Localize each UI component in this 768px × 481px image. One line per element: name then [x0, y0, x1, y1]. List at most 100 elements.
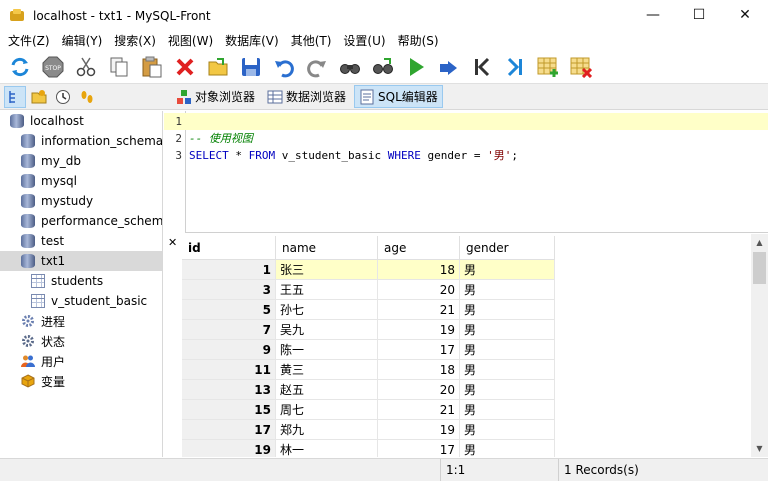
tree-item-mystudy[interactable]: mystudy [0, 191, 162, 211]
cell-gender[interactable]: 男 [460, 360, 555, 380]
stop-button[interactable]: STOP [38, 53, 67, 81]
cell-id[interactable]: 5 [182, 300, 276, 320]
tree-view-button[interactable] [4, 86, 26, 108]
tree-item-processes[interactable]: 进程 [0, 311, 162, 331]
cell-name[interactable]: 孙七 [276, 300, 378, 320]
menu-file[interactable]: 文件(Z) [2, 31, 56, 51]
menu-view[interactable]: 视图(W) [162, 31, 219, 51]
copy-button[interactable] [104, 53, 133, 81]
replace-button[interactable] [368, 53, 397, 81]
table-row[interactable]: 17 郑九 19 男 [182, 420, 555, 440]
cell-name[interactable]: 陈一 [276, 340, 378, 360]
scroll-up-icon[interactable]: ▲ [751, 234, 768, 251]
scroll-down-icon[interactable]: ▼ [751, 440, 768, 457]
table-row[interactable]: 13 赵五 20 男 [182, 380, 555, 400]
vertical-scrollbar[interactable]: ▲ ▼ [751, 234, 768, 457]
tree-item-mysql[interactable]: mysql [0, 171, 162, 191]
refresh-button[interactable] [5, 53, 34, 81]
cell-name[interactable]: 林一 [276, 440, 378, 457]
table-row[interactable]: 11 黄三 18 男 [182, 360, 555, 380]
tree-item-users[interactable]: 用户 [0, 351, 162, 371]
cell-name[interactable]: 张三 [276, 260, 378, 280]
cut-button[interactable] [71, 53, 100, 81]
undo-button[interactable] [269, 53, 298, 81]
code-line-1[interactable]: 1 [164, 113, 768, 130]
close-result-icon[interactable]: ✕ [168, 236, 177, 249]
tree-item-txt1[interactable]: txt1 [0, 251, 162, 271]
tree-item-v-student-basic[interactable]: v_student_basic [0, 291, 162, 311]
menu-search[interactable]: 搜索(X) [108, 31, 162, 51]
cell-gender[interactable]: 男 [460, 420, 555, 440]
tree-item-localhost[interactable]: localhost [0, 111, 162, 131]
cell-age[interactable]: 19 [378, 420, 460, 440]
cell-id[interactable]: 3 [182, 280, 276, 300]
cell-age[interactable]: 18 [378, 360, 460, 380]
insert-record-button[interactable] [533, 53, 562, 81]
tree-item-test[interactable]: test [0, 231, 162, 251]
cell-id[interactable]: 1 [182, 260, 276, 280]
run-line-button[interactable] [434, 53, 463, 81]
tree-item-students[interactable]: students [0, 271, 162, 291]
cell-id[interactable]: 17 [182, 420, 276, 440]
tree-item-performance-schema[interactable]: performance_schema [0, 211, 162, 231]
cell-id[interactable]: 11 [182, 360, 276, 380]
code-line-2[interactable]: 2 -- 使用视图 [164, 130, 768, 147]
paste-button[interactable] [137, 53, 166, 81]
table-row[interactable]: 19 林一 17 男 [182, 440, 555, 457]
tab-data-browser[interactable]: 数据浏览器 [263, 85, 350, 108]
cell-gender[interactable]: 男 [460, 300, 555, 320]
delete-button[interactable] [170, 53, 199, 81]
cell-name[interactable]: 王五 [276, 280, 378, 300]
tab-sql-editor[interactable]: SQL编辑器 [354, 85, 443, 108]
maximize-button[interactable]: ☐ [676, 0, 722, 30]
history-button[interactable] [52, 86, 74, 108]
column-header-name[interactable]: name [276, 236, 378, 260]
cell-name[interactable]: 吴九 [276, 320, 378, 340]
cell-id[interactable]: 19 [182, 440, 276, 457]
cell-gender[interactable]: 男 [460, 320, 555, 340]
code-line-3[interactable]: 3 SELECT * FROM v_student_basic WHERE ge… [164, 147, 768, 164]
minimize-button[interactable]: — [630, 0, 676, 30]
cell-id[interactable]: 9 [182, 340, 276, 360]
menu-settings[interactable]: 设置(U) [337, 31, 391, 51]
bookmark-button[interactable] [28, 86, 50, 108]
cell-gender[interactable]: 男 [460, 260, 555, 280]
scroll-thumb[interactable] [753, 252, 766, 284]
cell-age[interactable]: 21 [378, 300, 460, 320]
menu-edit[interactable]: 编辑(Y) [56, 31, 109, 51]
cell-id[interactable]: 13 [182, 380, 276, 400]
cell-age[interactable]: 20 [378, 280, 460, 300]
menu-other[interactable]: 其他(T) [285, 31, 338, 51]
cell-age[interactable]: 19 [378, 320, 460, 340]
tab-object-browser[interactable]: 对象浏览器 [172, 85, 259, 108]
sql-editor[interactable]: 1 2 -- 使用视图 3 SELECT * FROM v_student_ba… [164, 111, 768, 233]
table-row[interactable]: 7 吴九 19 男 [182, 320, 555, 340]
column-header-gender[interactable]: gender [460, 236, 555, 260]
cell-name[interactable]: 郑九 [276, 420, 378, 440]
open-button[interactable] [203, 53, 232, 81]
cell-age[interactable]: 18 [378, 260, 460, 280]
tree-item-my-db[interactable]: my_db [0, 151, 162, 171]
delete-record-button[interactable] [566, 53, 595, 81]
cell-name[interactable]: 黄三 [276, 360, 378, 380]
column-header-age[interactable]: age [378, 236, 460, 260]
column-header-id[interactable]: id [182, 236, 276, 260]
sql-history-button[interactable] [76, 86, 98, 108]
table-row[interactable]: 3 王五 20 男 [182, 280, 555, 300]
cell-id[interactable]: 7 [182, 320, 276, 340]
table-row[interactable]: 1 张三 18 男 [182, 260, 555, 280]
find-button[interactable] [335, 53, 364, 81]
redo-button[interactable] [302, 53, 331, 81]
menu-help[interactable]: 帮助(S) [392, 31, 445, 51]
last-button[interactable] [500, 53, 529, 81]
cell-name[interactable]: 赵五 [276, 380, 378, 400]
tree-item-information-schema[interactable]: information_schema [0, 131, 162, 151]
cell-gender[interactable]: 男 [460, 380, 555, 400]
tree-item-status[interactable]: 状态 [0, 331, 162, 351]
cell-age[interactable]: 17 [378, 440, 460, 457]
cell-id[interactable]: 15 [182, 400, 276, 420]
cell-age[interactable]: 20 [378, 380, 460, 400]
save-button[interactable] [236, 53, 265, 81]
cell-gender[interactable]: 男 [460, 340, 555, 360]
menu-database[interactable]: 数据库(V) [219, 31, 285, 51]
